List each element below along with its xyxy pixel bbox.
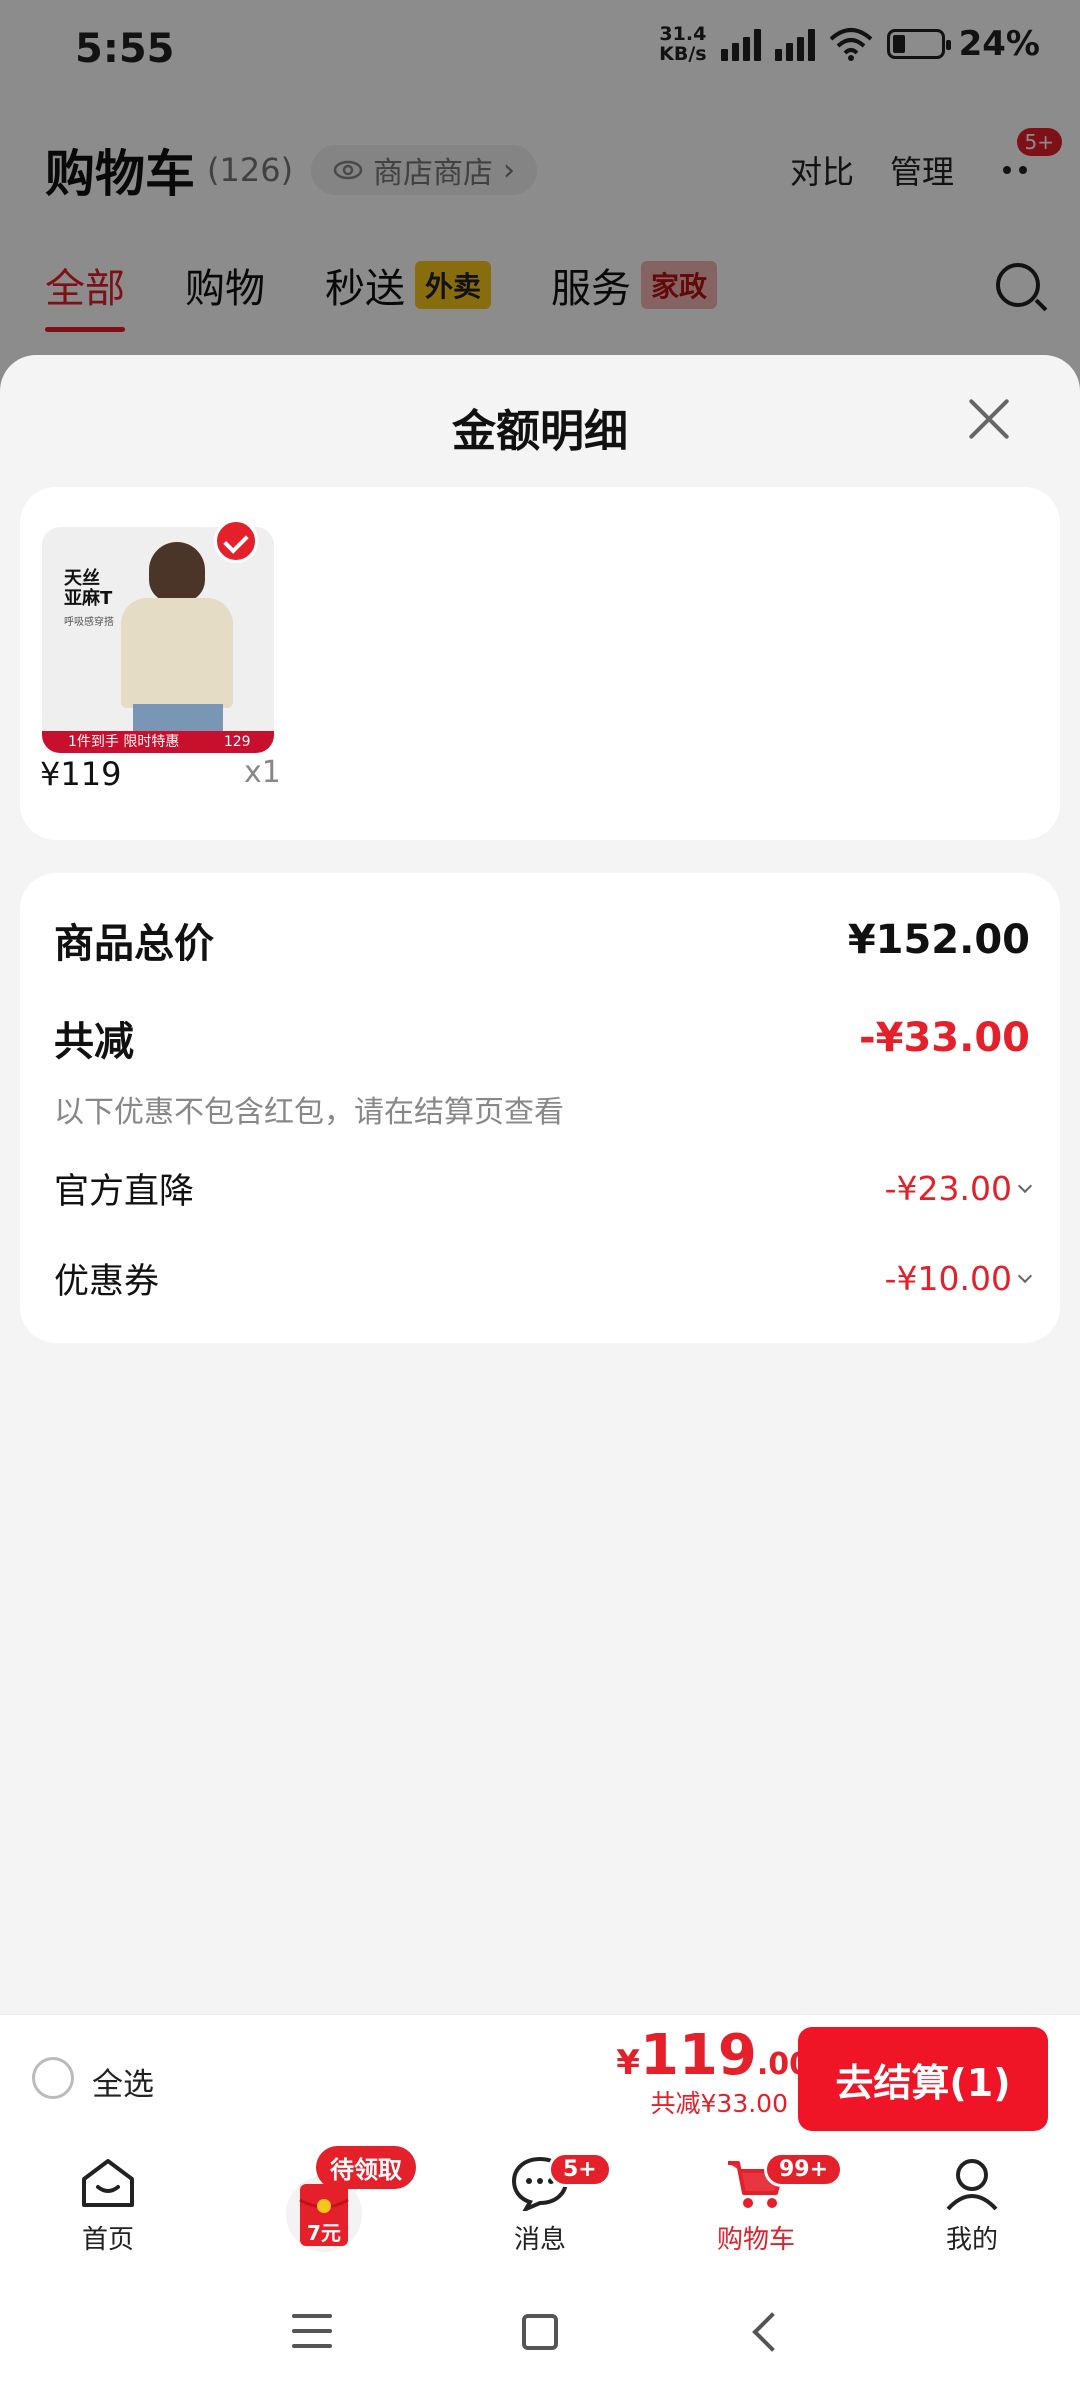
nav-red-packet[interactable]: 7元 待领取: [216, 2142, 432, 2272]
home-square-icon[interactable]: [522, 2314, 558, 2350]
price-summary-card: 商品总价 ¥152.00 共减 -¥33.00 以下优惠不包含红包，请在结算页查…: [20, 873, 1060, 1343]
selected-products-card: 天丝 亚麻T 呼吸感穿搭 1件到手 限时特惠 129 ¥119 x1: [20, 487, 1060, 840]
thumb-title: 天丝 亚麻T: [64, 569, 112, 609]
discount-note: 以下优惠不包含红包，请在结算页查看: [54, 1095, 564, 1130]
sheet-title: 金额明细: [452, 406, 628, 457]
checkout-total: ¥ 119 .00 共减¥33.00: [616, 2023, 813, 2120]
checkout-button[interactable]: 去结算(1): [798, 2027, 1048, 2131]
thumb-subtitle: 呼吸感穿搭: [64, 617, 114, 628]
discount-row: 共减 -¥33.00: [54, 1009, 1030, 1067]
product-price: ¥119: [40, 755, 122, 793]
coupon-row[interactable]: 优惠券 -¥10.00: [54, 1253, 1033, 1304]
total-price-row: 商品总价 ¥152.00: [54, 911, 1030, 969]
official-discount-value-wrap: -¥23.00: [884, 1169, 1033, 1208]
product-quantity: x1: [244, 755, 281, 790]
total-discount-text: 共减¥33.00: [650, 2089, 788, 2118]
thumb-title-line: 天丝: [64, 568, 100, 589]
chevron-down-icon: [1017, 1268, 1033, 1283]
total-amount: ¥ 119 .00: [616, 2023, 810, 2088]
thumb-banner-text: 1件到手 限时特惠: [68, 734, 180, 750]
red-packet-badge: 待领取: [316, 2146, 416, 2189]
nav-messages[interactable]: 消息 5+: [432, 2142, 648, 2272]
back-icon[interactable]: [752, 2312, 792, 2352]
official-discount-label: 官方直降: [54, 1172, 195, 1212]
amount-detail-sheet: 金额明细 天丝 亚麻T 呼吸感穿搭 1件到手 限时特惠 129 ¥119 x1 …: [0, 355, 1080, 2015]
coupon-value: -¥10.00: [884, 1259, 1012, 1298]
model-figure: [117, 542, 237, 734]
red-packet-amount: 7元: [307, 2221, 341, 2245]
nav-cart-label: 购物车: [716, 2225, 795, 2255]
home-icon: [82, 2159, 134, 2207]
nav-home[interactable]: 首页: [0, 2142, 216, 2272]
selected-check-icon[interactable]: [214, 519, 258, 563]
select-all-label[interactable]: 全选: [92, 2059, 154, 2104]
select-all-radio[interactable]: [32, 2057, 74, 2099]
total-price-label: 商品总价: [54, 921, 214, 967]
total-price-value: ¥152.00: [847, 917, 1030, 963]
close-icon[interactable]: [966, 397, 1010, 441]
nav-profile[interactable]: 我的: [864, 2142, 1080, 2272]
checkout-bar: 全选 ¥ 119 .00 共减¥33.00 去结算(1): [0, 2014, 1080, 2142]
currency-symbol: ¥: [616, 2043, 640, 2083]
nav-profile-label: 我的: [945, 2225, 998, 2255]
nav-messages-label: 消息: [513, 2225, 566, 2255]
discount-label: 共减: [54, 1019, 134, 1065]
official-discount-row[interactable]: 官方直降 -¥23.00: [54, 1163, 1033, 1214]
bottom-nav: 首页 7元 待领取 消息 5+ 购物车 99+ 我的: [0, 2142, 1080, 2272]
total-amount-integer: 119: [639, 2023, 757, 2088]
messages-badge: 5+: [548, 2152, 612, 2187]
discount-value: -¥33.00: [859, 1015, 1030, 1061]
thumb-promo-banner: 1件到手 限时特惠 129: [42, 731, 274, 753]
thumb-banner-price: 129: [223, 734, 251, 750]
nav-cart[interactable]: 购物车 99+: [648, 2142, 864, 2272]
official-discount-value: -¥23.00: [884, 1169, 1012, 1208]
cart-badge: 99+: [764, 2152, 844, 2187]
chevron-down-icon: [1017, 1178, 1033, 1193]
system-nav-bar: [0, 2272, 1080, 2400]
user-icon: [946, 2159, 998, 2211]
coupon-label: 优惠券: [54, 1262, 160, 1302]
nav-home-label: 首页: [81, 2225, 134, 2255]
thumb-title-line: 亚麻T: [64, 588, 113, 609]
coupon-value-wrap: -¥10.00: [884, 1259, 1033, 1298]
menu-icon[interactable]: [292, 2314, 332, 2348]
total-discount-toggle[interactable]: 共减¥33.00: [616, 2084, 813, 2120]
